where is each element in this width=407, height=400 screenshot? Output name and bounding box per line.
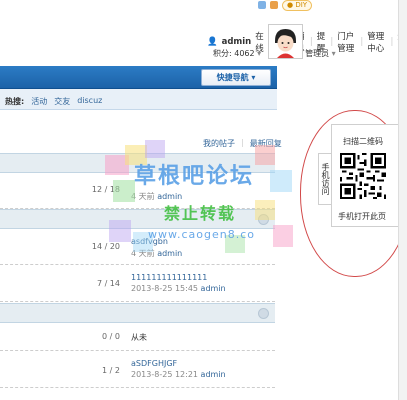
points-label: 积分: 4062 (213, 49, 255, 58)
qr-open-label: 手机打开此页 (338, 212, 386, 221)
reply-view-count: 1 / 2 (102, 366, 120, 375)
portal-admin-link[interactable]: 门户管理 (337, 30, 356, 54)
thread-time: 2013-8-25 12:21 (131, 370, 198, 379)
table-row[interactable]: 1 / 2 aSDFGHJGF 2013-8-25 12:21 admin (0, 351, 275, 388)
list-section-header (0, 303, 275, 323)
table-row[interactable]: 0 / 0 从未 (0, 322, 275, 351)
points-dropdown[interactable]: 积分: 4062 ▾ (213, 48, 261, 59)
thread-title[interactable]: 111111111111111 (131, 273, 207, 282)
user-icon: 👤 (207, 37, 218, 47)
watermark-url: www.caogen8.co (148, 228, 255, 241)
hot-search-label: 热搜: (5, 97, 25, 106)
hot-search-item[interactable]: 交友 (54, 96, 70, 107)
qr-code-icon (340, 153, 386, 199)
reply-view-count: 7 / 14 (96, 279, 120, 288)
chevron-down-icon: ▾ (257, 49, 262, 58)
hot-search-item[interactable]: discuz (77, 96, 102, 107)
thread-author[interactable]: admin (201, 284, 226, 293)
table-row[interactable]: 7 / 14 111111111111111 2013-8-25 15:45 a… (0, 265, 275, 302)
chevron-down-icon: ▾ (331, 49, 336, 58)
username-link[interactable]: admin (222, 37, 252, 47)
app-icon[interactable] (258, 1, 266, 9)
watermark-title: 草根吧论坛 (134, 164, 255, 189)
hot-search-item[interactable]: 活动 (31, 96, 47, 107)
thread-meta: 2013-8-25 12:21 admin (131, 370, 226, 379)
chevron-down-icon: ▾ (251, 73, 256, 82)
diy-label: DIY (295, 0, 308, 9)
quick-nav-label: 快捷导航 (216, 73, 249, 82)
avatar[interactable] (268, 24, 303, 59)
reply-view-count: 0 / 0 (102, 332, 120, 341)
thread-title[interactable]: aSDFGHJGF (131, 359, 177, 368)
hot-search: 热搜: 活动 交友 discuz (5, 96, 102, 107)
thread-title: 从未 (131, 333, 147, 342)
thread-meta: 2013-8-25 15:45 admin (131, 284, 226, 293)
style-icon[interactable] (270, 1, 278, 9)
mobile-access-tab[interactable]: 手机访问 (318, 153, 332, 205)
thread-author[interactable]: admin (201, 370, 226, 379)
qr-title: 扫描二维码 (343, 137, 383, 146)
collapse-icon[interactable] (258, 308, 269, 319)
top-toolbar: ● DIY (258, 0, 313, 11)
quick-nav-button[interactable]: 快捷导航 ▾ (201, 69, 271, 86)
diy-button[interactable]: ● DIY (282, 0, 313, 11)
admin-center-link[interactable]: 管理中心 (367, 30, 386, 54)
scrollbar[interactable] (398, 0, 407, 400)
thread-time: 2013-8-25 15:45 (131, 284, 198, 293)
watermark-subtitle: 禁止转载 (164, 204, 237, 223)
